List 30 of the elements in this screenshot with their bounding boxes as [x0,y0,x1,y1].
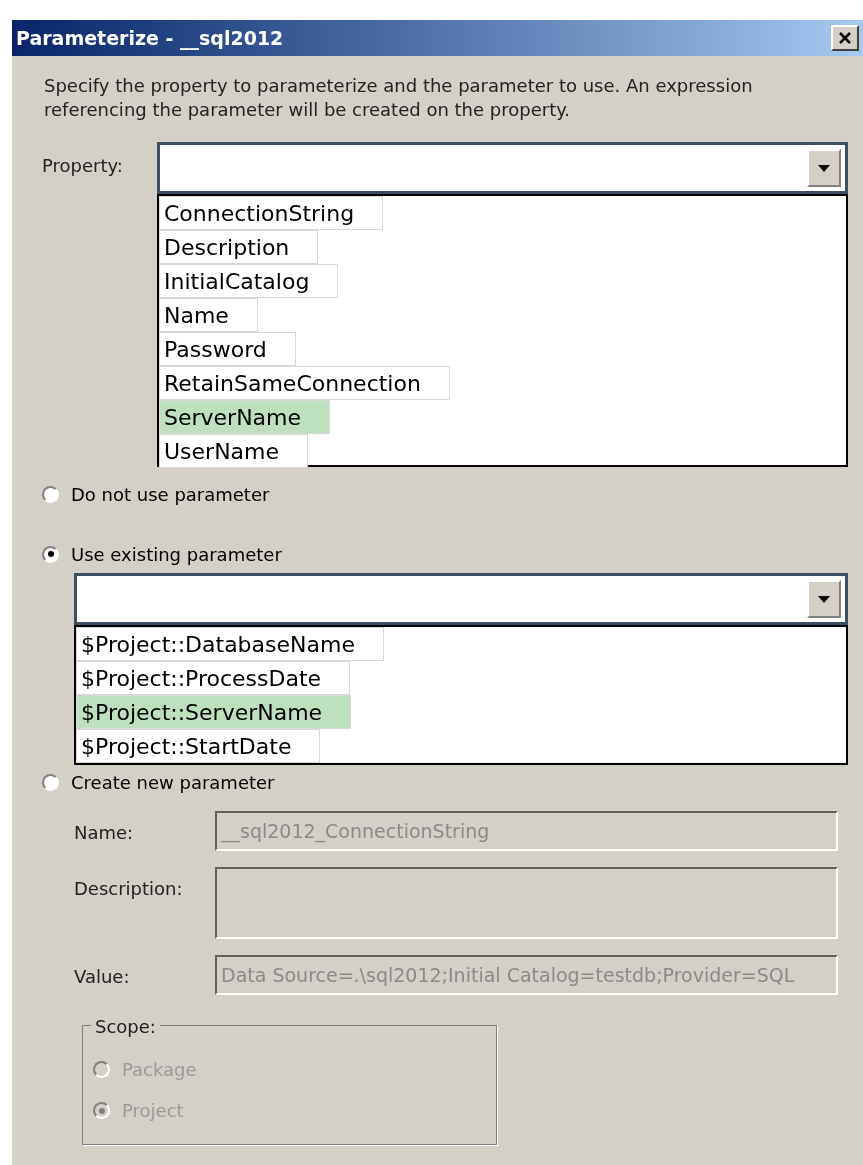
radio-label: Package [122,1058,197,1082]
list-item[interactable]: ServerName [159,400,331,434]
list-item[interactable]: $Project::DatabaseName [76,627,384,661]
text-field[interactable] [215,867,838,939]
list-item[interactable]: Description [159,230,319,264]
radio-button[interactable] [42,485,59,503]
list-item[interactable]: ConnectionString [159,196,384,230]
list-item[interactable]: Password [159,332,296,366]
field-label: Name: [74,821,135,845]
close-icon[interactable] [831,25,859,51]
parameter-dropdown[interactable] [74,573,848,625]
field-label: Property: [42,154,124,178]
field-label: Description: [74,877,184,901]
list-item[interactable]: UserName [159,434,309,468]
list-item[interactable]: RetainSameConnection [159,366,450,400]
radio-label: Create new parameter [71,770,275,795]
instruction-text: Specify the property to parameterize and the parameter to use. An expression referencing the parameter will be created on the property. [44,74,754,122]
list-item[interactable]: Name [159,298,258,332]
radio-button[interactable] [42,545,59,563]
radio-label: Use existing parameter [71,542,282,567]
list-item[interactable]: $Project::StartDate [76,729,321,763]
radio-button[interactable] [42,773,59,791]
radio-label: Project [122,1099,184,1123]
list-item[interactable]: InitialCatalog [159,264,339,298]
list-item[interactable]: $Project::ServerName [76,695,352,729]
list-item[interactable]: $Project::ProcessDate [76,661,351,695]
radio-label: Do not use parameter [71,482,270,507]
field-label: Value: [74,965,131,989]
property-dropdown[interactable] [157,142,848,194]
window-title: Parameterize - __sql2012 [16,25,284,52]
